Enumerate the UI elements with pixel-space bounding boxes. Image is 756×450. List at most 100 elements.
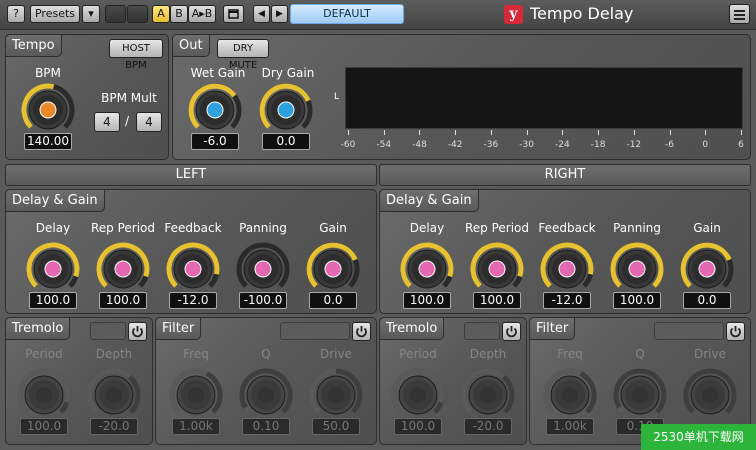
right-feedback-value[interactable]: -12.0 <box>543 292 591 309</box>
left-panning-value[interactable]: -100.0 <box>239 292 287 309</box>
presets-dropdown-button[interactable]: ▾ <box>82 5 100 23</box>
left-gain-label: Gain <box>319 221 347 235</box>
app-title: Tempo Delay <box>530 4 634 23</box>
left-tremolo-depth-value[interactable]: -20.0 <box>90 418 138 435</box>
bpm-mult-separator: / <box>124 114 130 128</box>
meter-tick <box>598 130 600 135</box>
redo-button[interactable] <box>127 5 148 23</box>
left-feedback-knob[interactable] <box>165 241 221 297</box>
right-filter-freq-knob[interactable] <box>542 367 598 423</box>
wet-gain-value[interactable]: -6.0 <box>191 133 239 150</box>
right-filter-type-box[interactable] <box>654 322 724 340</box>
dry-gain-value[interactable]: 0.0 <box>262 133 310 150</box>
right-gain-knob[interactable] <box>679 241 735 297</box>
left-tremolo-sync-box[interactable] <box>90 322 126 340</box>
right-tremolo-depth-label: Depth <box>469 347 507 361</box>
menu-button[interactable] <box>729 4 750 24</box>
right-delay-knob[interactable] <box>399 241 455 297</box>
right-filter-q-knob[interactable] <box>612 367 668 423</box>
left-filter-freq-value[interactable]: 1.00k <box>172 418 220 435</box>
bpm-knob[interactable] <box>20 82 76 138</box>
bpm-mult-numerator[interactable]: 4 <box>94 112 120 132</box>
dry-gain-knob[interactable] <box>258 82 314 138</box>
left-gain-value[interactable]: 0.0 <box>309 292 357 309</box>
right-gain-value[interactable]: 0.0 <box>683 292 731 309</box>
right-rep-period-value[interactable]: 100.0 <box>473 292 521 309</box>
right-tremolo-period-value[interactable]: 100.0 <box>394 418 442 435</box>
left-panning-knob[interactable] <box>235 241 291 297</box>
right-tremolo-title: Tremolo <box>379 317 445 340</box>
bpm-label: BPM <box>35 66 61 80</box>
right-delay-gain-title: Delay & Gain <box>379 189 479 212</box>
meter-tick <box>419 130 421 135</box>
toolbar: ? Presets ▾ A B A▸B ◀ ▶ DEFAULT y Tempo … <box>0 0 756 30</box>
meter-tick <box>348 130 349 135</box>
right-panning-label: Panning <box>613 221 661 235</box>
window-icon <box>228 9 239 19</box>
left-filter-drive-value[interactable]: 50.0 <box>312 418 360 435</box>
right-filter-q-label: Q <box>635 347 645 361</box>
right-panning-value[interactable]: 100.0 <box>613 292 661 309</box>
preset-name-display[interactable]: DEFAULT <box>290 4 404 24</box>
bpm-mult-denominator[interactable]: 4 <box>136 112 162 132</box>
meter-tick-label: -30 <box>519 140 534 150</box>
brand-logo-icon: y <box>504 5 523 24</box>
left-filter-q-knob[interactable] <box>238 367 294 423</box>
left-filter-power-button[interactable] <box>352 322 371 341</box>
prev-preset-button[interactable]: ◀ <box>253 5 270 23</box>
left-filter-freq-knob[interactable] <box>168 367 224 423</box>
meter-tick <box>383 130 385 135</box>
left-filter-drive-knob[interactable] <box>308 367 364 423</box>
left-tremolo-period-knob[interactable] <box>16 367 72 423</box>
left-rep-period-knob[interactable] <box>95 241 151 297</box>
left-feedback-label: Feedback <box>164 221 222 235</box>
meter-tick <box>490 130 492 135</box>
presets-button[interactable]: Presets <box>30 5 80 23</box>
bpm-mult-label: BPM Mult <box>101 91 157 105</box>
right-tremolo-sync-box[interactable] <box>464 322 500 340</box>
meter-tick-label: -36 <box>483 140 499 150</box>
left-filter-type-box[interactable] <box>280 322 350 340</box>
left-tremolo-depth-label: Depth <box>95 347 133 361</box>
power-icon <box>132 326 143 338</box>
left-filter-q-value[interactable]: 0.10 <box>242 418 290 435</box>
meter-tick-label: -54 <box>376 140 392 150</box>
power-icon <box>730 326 741 338</box>
right-rep-period-knob[interactable] <box>469 241 525 297</box>
next-preset-button[interactable]: ▶ <box>271 5 288 23</box>
left-tremolo-depth-knob[interactable] <box>86 367 142 423</box>
right-panning-knob[interactable] <box>609 241 665 297</box>
left-rep-period-label: Rep Period <box>90 221 156 235</box>
right-tremolo-depth-knob[interactable] <box>460 367 516 423</box>
dry-gain-label: Dry Gain <box>261 66 315 80</box>
right-tremolo-power-button[interactable] <box>502 322 521 341</box>
left-rep-period-value[interactable]: 100.0 <box>99 292 147 309</box>
left-delay-knob[interactable] <box>25 241 81 297</box>
left-tremolo-period-value[interactable]: 100.0 <box>20 418 68 435</box>
wet-gain-knob[interactable] <box>187 82 243 138</box>
left-feedback-value[interactable]: -12.0 <box>169 292 217 309</box>
undo-button[interactable] <box>105 5 126 23</box>
right-delay-value[interactable]: 100.0 <box>403 292 451 309</box>
right-filter-power-button[interactable] <box>726 322 745 341</box>
ab-copy-button[interactable]: A▸B <box>188 5 216 23</box>
right-tremolo-depth-value[interactable]: -20.0 <box>464 418 512 435</box>
left-gain-knob[interactable] <box>305 241 361 297</box>
left-tremolo-period-label: Period <box>25 347 63 361</box>
watermark-badge: 2530单机下载网 <box>641 424 756 450</box>
right-tremolo-period-knob[interactable] <box>390 367 446 423</box>
meter-tick <box>741 130 742 135</box>
left-delay-value[interactable]: 100.0 <box>29 292 77 309</box>
help-button[interactable]: ? <box>7 5 25 23</box>
host-bpm-button[interactable]: HOST BPM <box>109 39 163 71</box>
bpm-value[interactable]: 140.00 <box>24 133 72 150</box>
right-filter-drive-knob[interactable] <box>682 367 738 423</box>
right-feedback-knob[interactable] <box>539 241 595 297</box>
right-filter-freq-value[interactable]: 1.00k <box>546 418 594 435</box>
ab-b-button[interactable]: B <box>170 5 188 23</box>
dry-mute-button[interactable]: DRY MUTE <box>217 39 269 71</box>
compare-button[interactable] <box>223 5 244 23</box>
left-filter-q-label: Q <box>261 347 271 361</box>
ab-a-button[interactable]: A <box>152 5 170 23</box>
left-tremolo-power-button[interactable] <box>128 322 147 341</box>
